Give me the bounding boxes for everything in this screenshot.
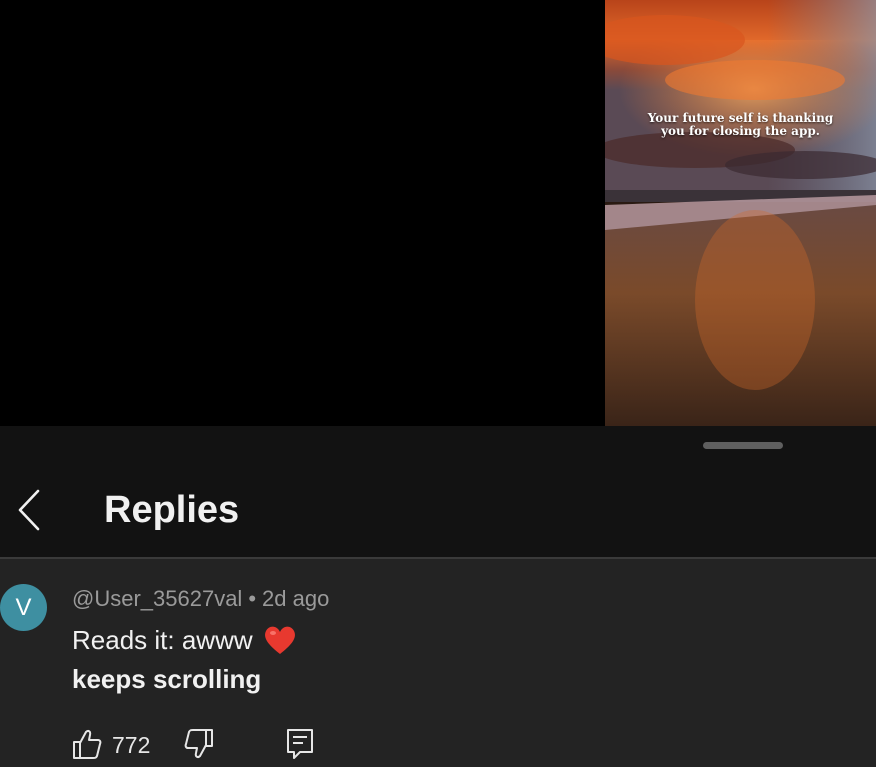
- avatar[interactable]: V: [0, 584, 47, 631]
- meta-separator: •: [248, 586, 257, 611]
- comment-author[interactable]: @User_35627val: [72, 586, 242, 611]
- like-count: 772: [112, 732, 151, 758]
- video-caption-overlay: Your future self is thanking you for clo…: [605, 112, 876, 138]
- thumbs-up-icon: [73, 730, 102, 759]
- caption-line-2: you for closing the app.: [661, 124, 820, 138]
- video-player[interactable]: Your future self is thanking you for clo…: [0, 0, 876, 426]
- reply-comment-icon: [287, 729, 313, 759]
- comment-timestamp: 2d ago: [262, 586, 330, 611]
- thumbs-down-icon: [184, 729, 213, 758]
- sunset-beach-image: [605, 0, 876, 426]
- like-button[interactable]: [72, 728, 102, 765]
- video-thumbnail[interactable]: Your future self is thanking you for clo…: [605, 0, 876, 426]
- dislike-button[interactable]: [184, 728, 214, 765]
- comment-text: Reads it: awww: [72, 624, 253, 655]
- red-heart-emoji: [264, 626, 295, 654]
- comment-text-line-2: keeps scrolling: [72, 664, 262, 694]
- chevron-left-icon: [18, 489, 40, 531]
- drag-handle[interactable]: [703, 442, 783, 449]
- avatar-letter: V: [15, 593, 32, 621]
- reply-button[interactable]: [286, 728, 314, 765]
- comment-text-line-1: Reads it: awww: [72, 624, 297, 656]
- back-button[interactable]: [14, 488, 48, 532]
- page-title: Replies: [104, 489, 240, 531]
- comment-meta: @User_35627val • 2d ago: [72, 586, 329, 612]
